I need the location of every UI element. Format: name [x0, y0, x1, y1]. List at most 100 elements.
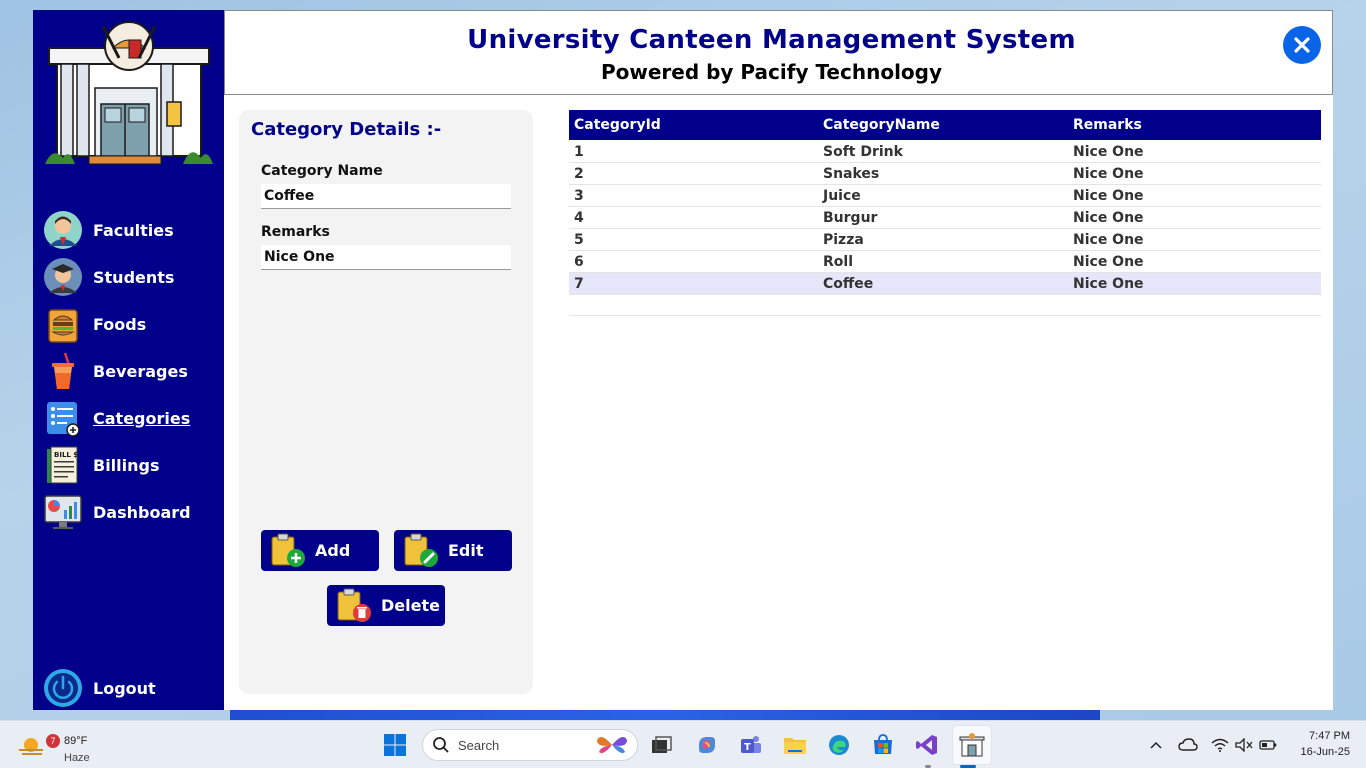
sidebar-item-beverages[interactable]: Beverages: [43, 351, 218, 391]
logout-button[interactable]: Logout: [43, 668, 218, 708]
start-button[interactable]: [379, 729, 411, 761]
add-button[interactable]: Add: [261, 530, 379, 571]
sidebar-item-label: Categories: [93, 408, 191, 428]
category-details-panel: Category Details :- Category Name Remark…: [239, 110, 533, 694]
close-icon: [1294, 37, 1310, 53]
table-row[interactable]: 6 Roll Nice One: [569, 251, 1321, 273]
table-cell: Juice: [823, 187, 861, 204]
store-button[interactable]: [867, 729, 899, 761]
table-cell: Roll: [823, 253, 853, 270]
store-icon: [874, 734, 892, 754]
chevron-up-icon: [1150, 741, 1162, 749]
task-view-button[interactable]: [646, 729, 678, 761]
onedrive-button[interactable]: [1172, 729, 1204, 761]
table-cell: Nice One: [1073, 275, 1144, 292]
sidebar-item-dashboard[interactable]: Dashboard: [43, 492, 218, 532]
faculty-icon: [43, 210, 83, 250]
sidebar: Faculties Students Foods Beverages Categ…: [33, 10, 224, 710]
sidebar-item-students[interactable]: Students: [43, 257, 218, 297]
task-view-icon: [652, 736, 672, 753]
wifi-icon: [1211, 738, 1229, 752]
show-hidden-icons-button[interactable]: [1140, 729, 1172, 761]
sidebar-item-label: Beverages: [93, 361, 188, 381]
table-row[interactable]: 4 Burgur Nice One: [569, 207, 1321, 229]
canteen-app-button[interactable]: [956, 729, 988, 761]
app-subtitle: Powered by Pacify Technology: [600, 60, 943, 84]
clipboard-add-icon: [271, 533, 305, 567]
power-icon: [43, 668, 83, 708]
remarks-input[interactable]: [261, 245, 511, 270]
table-row[interactable]: 3 Juice Nice One: [569, 185, 1321, 207]
dashboard-icon: [43, 492, 83, 532]
search-icon: [433, 737, 449, 753]
table-divider: [569, 315, 1321, 316]
weather-widget[interactable]: 7 89°F Haze: [14, 727, 94, 764]
table-row[interactable]: 5 Pizza Nice One: [569, 229, 1321, 251]
teams-button[interactable]: T: [735, 729, 767, 761]
table-cell: 2: [574, 165, 584, 182]
delete-button[interactable]: Delete: [327, 585, 445, 626]
categories-table[interactable]: CategoryId CategoryName Remarks 1 Soft Dr…: [569, 110, 1321, 316]
category-name-input[interactable]: [261, 184, 511, 209]
clock-date[interactable]: 16-Jun-25: [1290, 746, 1350, 758]
logout-label: Logout: [93, 678, 156, 698]
search-placeholder: Search: [458, 737, 500, 753]
windows-icon: [384, 734, 406, 756]
edit-button-label: Edit: [448, 541, 484, 560]
table-header: CategoryId CategoryName Remarks: [569, 110, 1321, 140]
column-header[interactable]: Remarks: [1073, 117, 1142, 133]
clipboard-edit-icon: [404, 533, 438, 567]
table-row[interactable]: 7 Coffee Nice One: [569, 273, 1321, 295]
canteen-logo: [45, 21, 213, 165]
table-cell: 3: [574, 187, 584, 204]
close-button[interactable]: [1283, 26, 1321, 64]
table-cell: 7: [574, 275, 584, 292]
sidebar-item-label: Students: [93, 267, 175, 287]
edge-button[interactable]: [823, 729, 855, 761]
taskbar: 7 89°F Haze Search T 7:47 PM 16-Jun-25: [0, 720, 1366, 768]
copilot-button[interactable]: [691, 729, 723, 761]
svg-text:BILL $: BILL $: [54, 451, 78, 459]
delete-button-label: Delete: [381, 596, 440, 615]
remarks-label: Remarks: [261, 224, 330, 240]
table-cell: Nice One: [1073, 187, 1144, 204]
folder-icon: [784, 738, 806, 754]
app-window: Faculties Students Foods Beverages Categ…: [33, 10, 1333, 710]
table-row[interactable]: 2 Snakes Nice One: [569, 163, 1321, 185]
sidebar-item-foods[interactable]: Foods: [43, 304, 218, 344]
butterfly-icon: [597, 736, 627, 754]
column-header[interactable]: CategoryName: [823, 117, 940, 133]
table-cell: Nice One: [1073, 231, 1144, 248]
clipboard-delete-icon: [337, 588, 371, 622]
visual-studio-button[interactable]: [911, 729, 943, 761]
column-header[interactable]: CategoryId: [574, 117, 661, 133]
edit-button[interactable]: Edit: [394, 530, 512, 571]
table-row[interactable]: 1 Soft Drink Nice One: [569, 141, 1321, 163]
clock-time[interactable]: 7:47 PM: [1290, 730, 1350, 742]
table-cell: Coffee: [823, 275, 874, 292]
sidebar-item-label: Foods: [93, 314, 147, 334]
battery-button[interactable]: [1252, 729, 1284, 761]
sidebar-item-label: Dashboard: [93, 502, 191, 522]
file-explorer-button[interactable]: [779, 729, 811, 761]
notification-badge: 7: [46, 734, 60, 748]
beverage-icon: [43, 351, 83, 391]
panel-title: Category Details :-: [251, 119, 442, 140]
sidebar-item-categories[interactable]: Categories: [43, 398, 218, 438]
copilot-icon: [699, 737, 715, 753]
app-title: University Canteen Management System: [467, 25, 1076, 55]
table-cell: 4: [574, 209, 584, 226]
header: University Canteen Management System Pow…: [224, 10, 1333, 95]
table-cell: Snakes: [823, 165, 880, 182]
bill-icon: BILL $: [43, 445, 83, 485]
weather-icon: [19, 738, 43, 755]
sidebar-item-faculties[interactable]: Faculties: [43, 210, 218, 250]
table-cell: Burgur: [823, 209, 878, 226]
svg-text:T: T: [744, 742, 751, 753]
sidebar-item-billings[interactable]: BILL $ Billings: [43, 445, 218, 485]
table-cell: 1: [574, 143, 584, 160]
add-button-label: Add: [315, 541, 351, 560]
taskbar-search[interactable]: Search: [422, 729, 638, 761]
table-cell: Nice One: [1073, 209, 1144, 226]
canteen-app-icon: [959, 733, 985, 757]
